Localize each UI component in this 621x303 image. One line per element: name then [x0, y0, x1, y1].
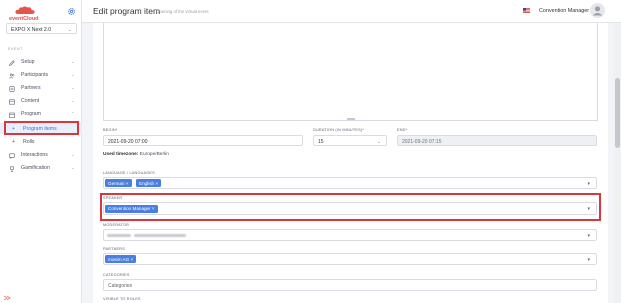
sidebar-item-gamification[interactable]: Gamification ⌄	[0, 162, 82, 174]
page-header: Edit program item Opening of the virtual…	[82, 0, 621, 23]
sidebar-subitem-label: Rolls	[23, 139, 35, 145]
begin-field[interactable]: 2021-09-20 07:00	[103, 135, 303, 146]
sidebar-item-setup[interactable]: Setup ⌄	[0, 56, 82, 68]
trophy-icon	[10, 166, 14, 172]
language-tag-english[interactable]: English ×	[136, 179, 162, 187]
calendar-icon	[9, 112, 15, 118]
chevron-down-icon: ⌄	[71, 152, 75, 157]
timezone-note: Used timezone: Europe/Berlin	[103, 152, 169, 157]
language-tag-german[interactable]: German ×	[105, 179, 132, 187]
handshake-icon	[9, 85, 15, 92]
scrollbar-thumb[interactable]	[615, 78, 620, 148]
chevron-down-icon: ⌄	[71, 98, 75, 103]
logo-text: eventCloud	[9, 16, 39, 22]
resize-handle-icon[interactable]	[347, 118, 355, 120]
categories-placeholder: Categories	[108, 282, 133, 289]
moderator-email-redacted	[134, 234, 186, 237]
language-label: LANGUAGE / LANGUAGES	[103, 171, 155, 175]
end-field: 2021-09-20 07:15	[397, 135, 597, 146]
page-scrollbar[interactable]	[614, 23, 621, 303]
sidebar-item-partners[interactable]: Partners ⌄	[0, 82, 82, 94]
users-icon	[9, 73, 15, 79]
timezone-value: Europe/Berlin	[139, 152, 169, 157]
chevron-down-icon: ▾	[587, 180, 590, 187]
user-name: Convention Manager	[539, 8, 590, 14]
avatar[interactable]	[590, 3, 605, 18]
user-menu-button[interactable]: Convention Manager	[533, 5, 593, 17]
chevron-down-icon: ▾	[587, 232, 590, 239]
description-editor[interactable]	[103, 23, 598, 121]
collapse-sidebar-icon[interactable]	[3, 295, 11, 301]
duration-label: DURATION (IN MINUTES)*	[313, 128, 364, 132]
sidebar-item-label: Partners	[21, 85, 41, 91]
end-value: 2021-09-20 07:15	[402, 138, 442, 145]
chevron-down-icon: ⌄	[71, 165, 75, 170]
sidebar-item-label: Setup	[21, 59, 35, 65]
partners-multiselect[interactable]: ▾	[103, 253, 597, 265]
categories-label: CATEGORIES	[103, 273, 130, 277]
partner-tag-mosim[interactable]: mosim AG ×	[105, 255, 137, 263]
eventcloud-logo[interactable]: eventCloud	[9, 6, 41, 22]
moderator-value-redacted	[107, 234, 131, 237]
sidebar-item-program[interactable]: Program ⌃	[0, 108, 82, 120]
sidebar-item-label: Program	[21, 111, 41, 117]
sidebar-item-label: Content	[21, 98, 40, 104]
sidebar-item-label: Participants	[21, 72, 49, 78]
sidebar-item-content[interactable]: Content ⌄	[0, 95, 82, 107]
partners-label: PARTNERS	[103, 247, 125, 251]
chevron-down-icon: ⌄	[71, 59, 75, 64]
highlight-box-program-items	[4, 121, 79, 135]
highlight-box-speaker	[100, 193, 601, 221]
timezone-label: Used timezone:	[103, 152, 139, 157]
chevron-down-icon: ▾	[587, 256, 590, 263]
page-subtitle: Opening of the virtual event	[156, 9, 209, 14]
content-icon	[9, 99, 15, 105]
begin-value: 2021-09-20 07:00	[108, 138, 148, 145]
categories-input[interactable]: Categories	[103, 279, 597, 291]
sidebar-item-label: Interactions	[21, 152, 48, 158]
gear-icon[interactable]	[67, 7, 76, 16]
chevron-down-icon: ⌄	[71, 85, 75, 90]
visible-to-roles-label: VISIBLE TO ROLES	[103, 297, 141, 301]
sidebar-item-interactions[interactable]: Interactions ⌄	[0, 149, 82, 161]
pencil-icon	[9, 59, 15, 66]
duration-value: 15	[318, 138, 324, 145]
sidebar-section-event: EVENT	[8, 47, 23, 51]
begin-label: BEGIN*	[103, 128, 118, 132]
sidebar: eventCloud EXPO X Next 2.0 ⌄ EVENT Setup…	[0, 0, 82, 303]
event-select[interactable]: EXPO X Next 2.0 ⌄	[6, 23, 77, 34]
sidebar-item-participants[interactable]: Participants ⌄	[0, 69, 82, 81]
chevron-down-icon: ⌄	[67, 27, 72, 33]
duration-select[interactable]: 15 ⌄	[313, 135, 387, 146]
us-flag-icon[interactable]	[523, 8, 530, 13]
cloud-icon	[15, 6, 35, 14]
end-label: END*	[397, 128, 408, 132]
sidebar-item-label: Gamification	[21, 165, 50, 171]
chevron-down-icon: ⌄	[377, 139, 381, 144]
page-title: Edit program item	[93, 6, 161, 16]
plus-icon: +	[12, 138, 15, 145]
sidebar-subitem-rolls[interactable]: + Rolls	[0, 136, 82, 147]
language-multiselect[interactable]: ▾	[103, 177, 597, 189]
chevron-up-icon: ⌃	[71, 111, 75, 116]
chat-icon	[9, 153, 15, 159]
moderator-label: MODERATOR	[103, 223, 130, 227]
chevron-down-icon: ⌄	[71, 72, 75, 77]
event-select-value: EXPO X Next 2.0	[11, 26, 52, 33]
